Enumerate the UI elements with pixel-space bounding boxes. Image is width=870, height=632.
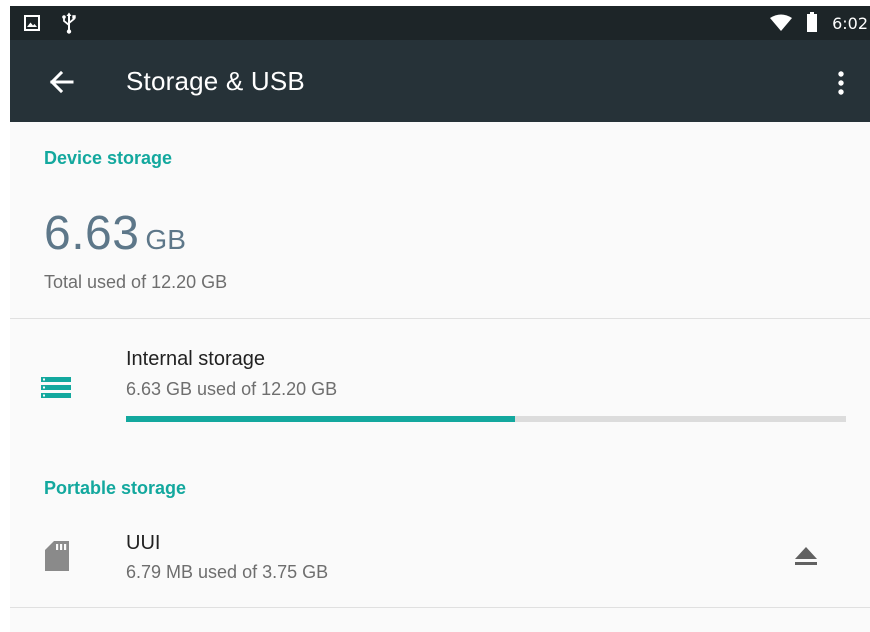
sd-card-icon — [45, 541, 69, 575]
portable-storage-header: Portable storage — [44, 478, 187, 498]
device-storage-header: Device storage — [44, 148, 173, 168]
wifi-icon — [770, 14, 792, 36]
internal-storage-subtitle: 6.63 GB used of 12.20 GB — [126, 379, 338, 399]
portable-storage-subtitle: 6.79 MB used of 3.75 GB — [126, 562, 329, 582]
image-icon — [24, 15, 40, 35]
internal-storage-progress-fill — [126, 416, 515, 422]
battery-icon — [806, 12, 818, 36]
more-options-icon[interactable] — [836, 70, 846, 96]
page-title: Storage & USB — [126, 66, 305, 96]
back-arrow-icon[interactable] — [48, 68, 76, 96]
settings-screen: 6:02 Storage & USB Device storage 6.63 GB… — [10, 6, 870, 632]
used-storage-unit: GB — [145, 224, 186, 255]
divider — [10, 318, 870, 319]
internal-storage-title: Internal storage — [126, 348, 265, 370]
internal-storage-progress-bar — [126, 416, 846, 422]
used-storage-summary: 6.63 GB — [44, 206, 186, 261]
divider — [10, 607, 870, 608]
portable-storage-title: UUI — [126, 532, 161, 554]
used-storage-value: 6.63 — [44, 207, 140, 260]
storage-icon — [41, 377, 71, 403]
app-bar: Storage & USB — [10, 40, 870, 122]
usb-icon — [62, 12, 76, 38]
status-time: 6:02 — [832, 14, 868, 33]
eject-icon[interactable] — [794, 546, 818, 566]
portable-storage-item[interactable]: UUI 6.79 MB used of 3.75 GB — [10, 516, 870, 600]
internal-storage-row[interactable]: Internal storage 6.63 GB used of 12.20 G… — [10, 326, 870, 450]
total-used-label: Total used of 12.20 GB — [44, 272, 228, 292]
status-bar: 6:02 — [10, 6, 870, 40]
